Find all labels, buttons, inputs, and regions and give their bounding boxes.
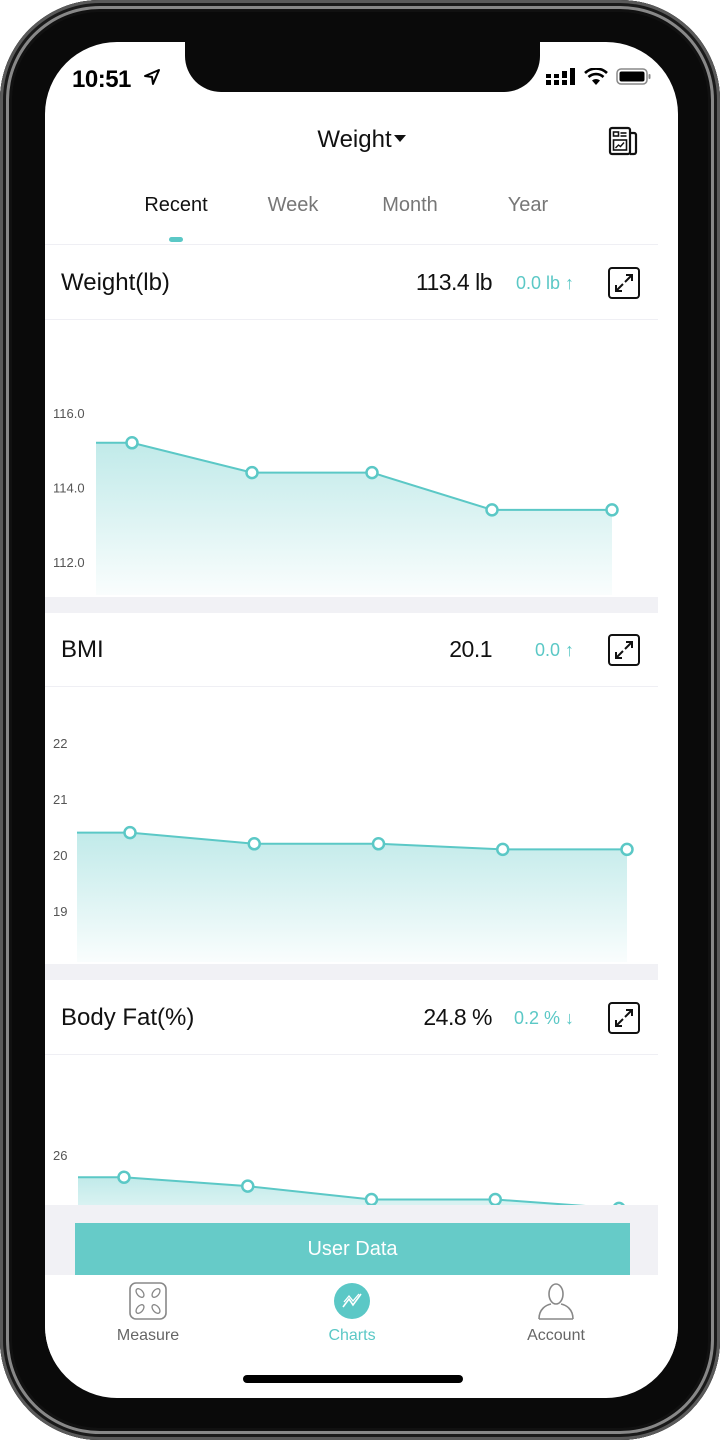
y-tick-label: 114.0 [53,481,85,496]
area-fill [78,1177,572,1205]
caret-down-icon [393,135,406,143]
data-point [488,1192,502,1205]
tab-week[interactable]: Week [268,194,319,217]
data-point [241,1179,255,1193]
data-point [245,465,259,480]
metric-selector-label: Weight [317,126,392,153]
tabbar-charts[interactable]: Charts [292,1281,412,1345]
data-point [247,837,261,851]
divider [45,244,658,245]
period-tabs: Recent Week Month Year [45,194,678,242]
bmi-delta: 0.0 ↑ [534,640,574,660]
y-tick-label: 116.0 [53,406,85,421]
expand-icon [615,1009,633,1027]
section-separator [45,964,658,980]
tabbar-measure-label: Measure [116,1327,180,1344]
expand-icon [615,641,633,659]
weight-chart: 116.0114.0112.0Feb.23Feb.23Feb.23Feb.24F… [53,406,619,595]
data-point [371,837,386,851]
tab-month[interactable]: Month [382,194,438,217]
data-point [364,1192,379,1205]
bodyfat-expand-button[interactable] [608,1002,640,1034]
bodyfat-delta: 0.2 % ↓ [513,1008,574,1028]
bmi-expand-button[interactable] [608,634,640,666]
weight-current-value: 113.4 lb [415,269,493,295]
person-icon [538,1283,574,1320]
expand-icon [615,274,633,292]
data-point [123,825,137,840]
area-fill [96,442,612,595]
bodyfat-card-header: Body Fat(%) 24.8 % 0.2 % ↓ [45,982,658,1055]
bodyfat-chart: 2624 [53,1148,625,1205]
y-tick-label: 112.0 [53,555,85,570]
tabbar-account-label: Account [527,1327,585,1344]
report-icon[interactable] [608,126,638,158]
charts-icon [334,1283,370,1319]
tabbar-measure[interactable]: Measure [88,1281,208,1345]
weight-card-title: Weight(lb) [61,269,170,296]
data-point [620,842,634,857]
active-tab-indicator [169,237,183,242]
bottom-tab-bar: Measure Charts Account [45,1275,678,1365]
y-tick-label: 18 [53,960,67,962]
data-point [365,465,379,480]
tab-year[interactable]: Year [508,194,548,217]
bmi-card-title: BMI [61,636,104,663]
screen: Weight Recent Week Month Year Weight(lb)… [45,42,678,1398]
y-tick-label: 22 [53,736,67,751]
status-icons [546,68,652,86]
data-point [605,503,619,517]
tabbar-charts-label: Charts [328,1327,376,1344]
bmi-card-header: BMI 20.1 0.0 ↑ [45,614,658,687]
location-arrow-icon [144,69,160,85]
y-tick-label: 19 [53,904,67,919]
bmi-chart: 2221201918Feb.23Feb.23Feb.23Feb.24Feb.24 [53,736,634,962]
status-time: 10:51 [72,66,131,93]
cellular-signal-icon [546,68,575,85]
area-fill [77,832,627,962]
data-point [125,436,139,450]
weight-delta: 0.0 lb ↑ [515,273,574,293]
tab-recent[interactable]: Recent [144,194,207,217]
weight-expand-button[interactable] [608,267,640,299]
data-point [117,1170,131,1184]
wifi-icon [584,68,608,85]
battery-icon [616,68,651,85]
home-indicator [243,1375,463,1383]
data-point [496,842,510,857]
metric-selector[interactable]: Weight [45,126,678,154]
tabbar-account[interactable]: Account [496,1281,616,1345]
weight-card-header: Weight(lb) 113.4 lb 0.0 lb ↑ [45,247,658,320]
section-separator [45,597,658,613]
y-tick-label: 21 [53,792,67,807]
notch [185,42,540,92]
scale-icon [129,1282,167,1320]
y-tick-label: 20 [53,848,67,863]
y-tick-label: 26 [53,1148,67,1163]
bmi-current-value: 20.1 [449,636,492,662]
data-point [485,503,499,517]
bodyfat-current-value: 24.8 % [423,1004,492,1030]
bodyfat-card-title: Body Fat(%) [61,1004,195,1031]
user-data-button[interactable]: User Data [75,1223,630,1275]
